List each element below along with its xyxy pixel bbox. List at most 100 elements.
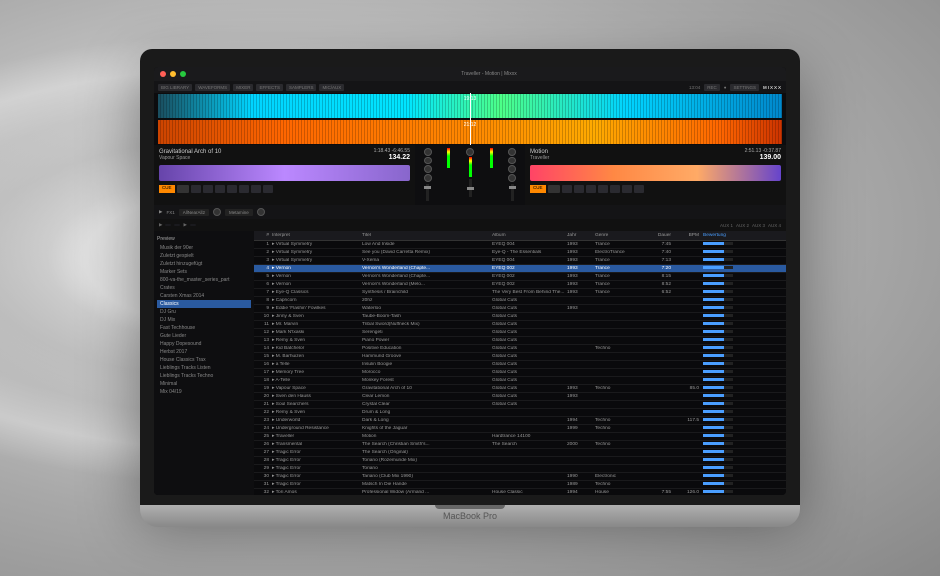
table-row[interactable]: 25▸ TravellerMotionHardtrance 14100	[254, 433, 786, 441]
sampler-slot-1[interactable]	[165, 224, 171, 226]
table-row[interactable]: 6▸ VernonVernon's Wonderland (Melo...EYE…	[254, 281, 786, 289]
crossfader[interactable]	[469, 179, 472, 197]
ch1-gain-knob[interactable]	[424, 148, 432, 156]
table-row[interactable]: 27▸ Tragic ErrorThe Search (Original)	[254, 449, 786, 457]
settings-button[interactable]: SETTINGS	[730, 84, 759, 91]
table-row[interactable]: 24▸ Underground ResistanceKnights of the…	[254, 425, 786, 433]
sidebar-item[interactable]: Marker Sets	[157, 268, 251, 276]
ch1-mid-knob[interactable]	[424, 165, 432, 173]
table-row[interactable]: 32▸ Tori AmosProfessional Widow (Armand …	[254, 489, 786, 495]
maximize-icon[interactable]	[180, 71, 186, 77]
table-row[interactable]: 9▸ Eddie 'Flashin' FowlkesWaterlooGlobal…	[254, 305, 786, 313]
table-row[interactable]: 31▸ Tragic ErrorMatsch In Die Hande1989T…	[254, 481, 786, 489]
sidebar-item[interactable]: Mix 04/19	[157, 388, 251, 396]
minimize-icon[interactable]	[170, 71, 176, 77]
deck-b-cue-button[interactable]: CUE	[530, 185, 546, 193]
aux-1-label[interactable]: AUX 1	[720, 223, 733, 228]
table-row[interactable]: 20▸ Sven den HaussClear LemonGlobal Cuts…	[254, 393, 786, 401]
fx-unit-2-select[interactable]: Metamine	[225, 209, 253, 216]
table-row[interactable]: 10▸ Jinny & SvenTaube-Boom-TashGlobal Cu…	[254, 313, 786, 321]
effects-button[interactable]: EFFECTS	[256, 84, 283, 91]
sidebar-item[interactable]: Classics	[157, 300, 251, 308]
deck-b-hotcue-4[interactable]	[598, 185, 608, 193]
sidebar-item[interactable]: DJ Gru	[157, 308, 251, 316]
aux-3-label[interactable]: AUX 3	[752, 223, 765, 228]
tracklist-header[interactable]: # Interpret Titel Album Jahr Genre Dauer…	[254, 231, 786, 241]
overview-waveforms[interactable]: 19:13 21:12	[154, 93, 786, 145]
ch2-gain-knob[interactable]	[508, 148, 516, 156]
sidebar-item[interactable]: Gute Lieder	[157, 332, 251, 340]
fx-unit-1-select[interactable]: AllNearAll2	[179, 209, 209, 216]
col-bpm[interactable]: BPM	[671, 233, 703, 238]
table-row[interactable]: 28▸ Tragic ErrorToriano (Rozemunde Mix)	[254, 457, 786, 465]
deck-b-sync-button[interactable]	[634, 185, 644, 193]
play-icon[interactable]: ▶	[159, 222, 162, 228]
col-title[interactable]: Titel	[362, 233, 492, 238]
table-row[interactable]: 7▸ Eye-Q ClassicsSynthesis / BrainchildT…	[254, 289, 786, 297]
sidebar-item[interactable]: Carsten Xmas 2014	[157, 292, 251, 300]
table-row[interactable]: 13▸ Remy & SvenPiano PowerGlobal Cuts	[254, 337, 786, 345]
deck-a-hotcue-1[interactable]	[191, 185, 201, 193]
table-row[interactable]: 12▸ Mark N'txaskiSerengetiGlobal Cuts	[254, 329, 786, 337]
table-row[interactable]: 16▸ a TelleInsulin BoogieGlobal Cuts	[254, 361, 786, 369]
col-genre[interactable]: Genre	[595, 233, 643, 238]
col-album[interactable]: Album	[492, 233, 567, 238]
ch2-mid-knob[interactable]	[508, 165, 516, 173]
table-row[interactable]: 4▸ VernonVernon's Wonderland (Chapte...E…	[254, 265, 786, 273]
mic-aux-button[interactable]: MIC/AUX	[319, 84, 344, 91]
table-row[interactable]: 29▸ Tragic ErrorToriano	[254, 465, 786, 473]
col-year[interactable]: Jahr	[567, 233, 595, 238]
deck-b-play-button[interactable]	[548, 185, 560, 193]
table-row[interactable]: 2▸ Virtual SymmetrySee you (David Carret…	[254, 249, 786, 257]
deck-b-hotcue-2[interactable]	[574, 185, 584, 193]
deck-a-hotcue-2[interactable]	[203, 185, 213, 193]
deck-a-play-button[interactable]	[177, 185, 189, 193]
fx1-meta-knob[interactable]	[213, 208, 221, 216]
ch2-hi-knob[interactable]	[508, 157, 516, 165]
deck-b-loop-out[interactable]	[622, 185, 632, 193]
sampler-slot-3[interactable]	[190, 224, 196, 226]
table-row[interactable]: 15▸ M. BarhuizenHammurid GrooveGlobal Cu…	[254, 353, 786, 361]
sidebar-item[interactable]: Minimal	[157, 380, 251, 388]
ch1-fader[interactable]	[426, 184, 429, 201]
table-row[interactable]: 14▸ Kid BatchelorPositive EducationGloba…	[254, 345, 786, 353]
sidebar-item[interactable]: Happy Dopesound	[157, 340, 251, 348]
play-icon[interactable]: ▶	[159, 209, 162, 215]
deck-a-cue-button[interactable]: CUE	[159, 185, 175, 193]
table-row[interactable]: 26▸ TransmentalThe Search (Christian Smi…	[254, 441, 786, 449]
table-row[interactable]: 17▸ Memory TreeMoroccoGlobal Cuts	[254, 369, 786, 377]
deck-a-sync-button[interactable]	[263, 185, 273, 193]
deck-a-bpm[interactable]: 134.22	[374, 154, 410, 161]
deck-a-hotcue-4[interactable]	[227, 185, 237, 193]
table-row[interactable]: 3▸ Virtual SymmetryV-XemaEYEQ 0041993Tra…	[254, 257, 786, 265]
deck-b-overview[interactable]	[530, 165, 781, 181]
sidebar-item[interactable]: Zuletzt hinzugefügt	[157, 260, 251, 268]
mixer-button[interactable]: MIXER	[233, 84, 253, 91]
ch1-hi-knob[interactable]	[424, 157, 432, 165]
deck-b-bpm[interactable]: 139.00	[745, 154, 781, 161]
sidebar-item[interactable]: House Classics Trax	[157, 356, 251, 364]
deck-b-hotcue-1[interactable]	[562, 185, 572, 193]
table-row[interactable]: 11▸ Mr. MarvinTribal Sword(Nuffneck Mix)…	[254, 321, 786, 329]
sampler-slot-2[interactable]	[174, 224, 180, 226]
table-row[interactable]: 19▸ Vapour SpaceGravitational Arch of 10…	[254, 385, 786, 393]
sidebar-item[interactable]: Zuletzt gespielt	[157, 252, 251, 260]
sidebar-item[interactable]: DJ Mix	[157, 316, 251, 324]
fx2-meta-knob[interactable]	[257, 208, 265, 216]
deck-a-overview[interactable]	[159, 165, 410, 181]
table-row[interactable]: 30▸ Tragic ErrorTariano (Club Mix 1990)1…	[254, 473, 786, 481]
sidebar-item[interactable]: 800-va-the_master_series_part	[157, 276, 251, 284]
deck-a-hotcue-3[interactable]	[215, 185, 225, 193]
table-row[interactable]: 18▸ A-TelleMonkey ForestGlobal Cuts	[254, 377, 786, 385]
deck-a-loop-in[interactable]	[239, 185, 249, 193]
col-rating[interactable]: Bewertung	[703, 233, 743, 238]
sidebar-item[interactable]: Fast Techhouse	[157, 324, 251, 332]
table-row[interactable]: 8▸ Capricorn20hzGlobal Cuts	[254, 297, 786, 305]
table-row[interactable]: 5▸ VernonVernon's Wonderland (Chapte...E…	[254, 273, 786, 281]
close-icon[interactable]	[160, 71, 166, 77]
waveforms-button[interactable]: WAVEFORMS	[195, 84, 230, 91]
ch1-low-knob[interactable]	[424, 174, 432, 182]
deck-b-hotcue-3[interactable]	[586, 185, 596, 193]
deck-a-loop-out[interactable]	[251, 185, 261, 193]
samplers-button[interactable]: SAMPLERS	[286, 84, 317, 91]
